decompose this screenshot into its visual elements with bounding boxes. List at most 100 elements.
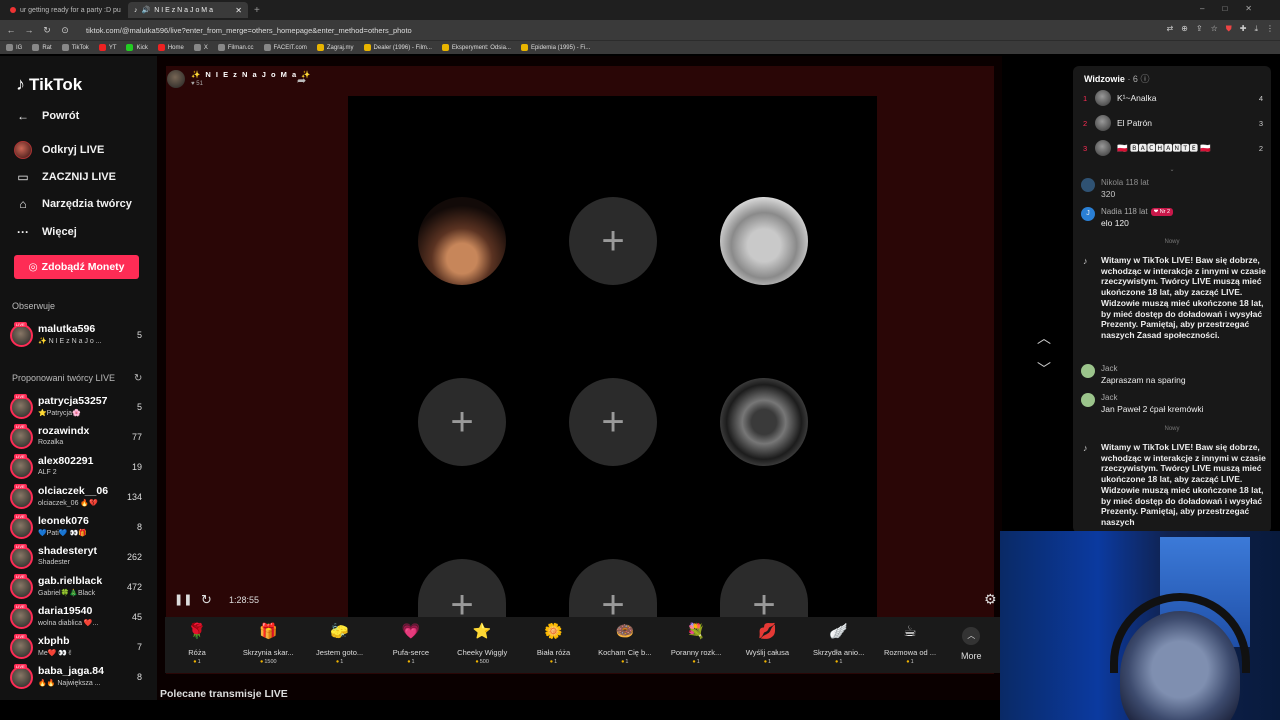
chat-message: Nikola 118 lat 320 <box>1081 178 1267 202</box>
guest-slot-empty[interactable]: + <box>418 378 506 466</box>
gift-item[interactable]: 🪽 Skrzydła anio... 1 <box>807 621 871 665</box>
new-tab-icon[interactable]: + <box>254 5 260 16</box>
bookmark-icon <box>157 44 165 51</box>
gift-item[interactable]: 🌼 Biała róża 1 <box>522 621 586 665</box>
gift-price: 1 <box>664 659 728 665</box>
menu-start-live[interactable]: ▭ ZACZNIJ LIVE <box>14 170 116 184</box>
chevron-down-icon[interactable]: ﹀ <box>1037 359 1051 379</box>
guest-slot-empty[interactable]: + <box>569 197 657 285</box>
bookmark[interactable]: X <box>193 44 208 51</box>
suggested-creator[interactable]: LIVE alex802291 ALF 2 19 <box>10 454 148 482</box>
tiktok-logo[interactable]: ♪ TikTok <box>16 74 82 95</box>
suggested-creator[interactable]: LIVE shadesteryt Shadester 262 <box>10 544 148 572</box>
bookmark[interactable]: Dealer (1996) - Film... <box>363 44 432 51</box>
bookmark[interactable]: IG <box>6 44 22 51</box>
suggested-creator[interactable]: LIVE xbphb Me❤️ 👀✌ 7 <box>10 634 148 662</box>
suggested-creator[interactable]: LIVE gab.rielblack Gabriel🍀🎄Black 472 <box>10 574 148 602</box>
bookmark[interactable]: Zagraj.my <box>316 44 354 51</box>
extension-puzzle-icon[interactable]: ✚ <box>1240 24 1247 34</box>
bookmark[interactable]: YT <box>98 44 116 51</box>
menu-dots-icon[interactable]: ⋮ <box>1266 24 1274 34</box>
gift-item[interactable]: 🎁 Skrzynia skar... 1500 <box>236 621 300 665</box>
extension-shield-icon[interactable]: ⛊ <box>1226 24 1232 34</box>
gift-item[interactable]: 💗 Pufa-serce 1 <box>379 621 443 665</box>
gift-item[interactable]: 💋 Wyślij całusa 1 <box>735 621 799 665</box>
forward-arrow-icon[interactable]: → <box>22 25 36 35</box>
menu-creator-tools[interactable]: ⌂ Narzędzia twórcy <box>14 197 132 211</box>
bookmark[interactable]: Home <box>157 44 184 51</box>
bookmark-icon <box>316 44 324 51</box>
guest-slot-empty[interactable]: + <box>569 378 657 466</box>
gift-item[interactable]: 🍩 Kocham Cię b... 1 <box>593 621 657 665</box>
gift-item[interactable]: 🌹 Róża 1 <box>165 621 229 665</box>
guest-slot-camera[interactable] <box>418 197 506 285</box>
host-avatar[interactable] <box>167 70 185 88</box>
get-coins-button[interactable]: ◎ Zdobądź Monety <box>14 255 139 279</box>
avatar <box>1081 364 1095 378</box>
chevron-up-icon[interactable]: ︿ <box>1037 328 1051 348</box>
bookmark[interactable]: Epidemia (1995) - Fi... <box>520 44 590 51</box>
gift-item[interactable]: 💐 Poranny rozk... 1 <box>664 621 728 665</box>
guest-slot-camera[interactable] <box>720 378 808 466</box>
refresh-icon[interactable]: ↻ <box>134 373 142 384</box>
host-info[interactable]: ✨ N I E z N a J o M a ✨ ♥ 51 <box>167 70 312 88</box>
viewer-row[interactable]: 3 🇵🇱 🅱🅰🅲🅷🅰🅽🆃🅴 🇵🇱 2 <box>1083 139 1263 157</box>
bookmark[interactable]: Rat <box>32 44 52 51</box>
browser-tab[interactable]: ur getting ready for a party :D pu ✕ <box>4 2 124 18</box>
suggested-creator[interactable]: LIVE olciaczek__06 olciaczek_06 🔥💔 134 <box>10 484 148 512</box>
bookmark[interactable]: Kick <box>126 44 148 51</box>
audio-icon[interactable]: 🔊 <box>142 6 151 14</box>
more-gifts-button[interactable]: ︿ More <box>961 627 982 661</box>
bookmark[interactable]: TikTok <box>61 44 89 51</box>
new-messages-divider: Nowy <box>1164 426 1180 432</box>
suggested-creator[interactable]: LIVE rozawindx Rozalka 77 <box>10 424 148 452</box>
bookmark[interactable]: FACEIT.com <box>263 44 307 51</box>
live-badge: LIVE <box>14 634 27 639</box>
suggested-creator[interactable]: LIVE patrycja53257 ⭐Patrycja🌸 5 <box>10 394 148 422</box>
guest-slot-camera[interactable] <box>720 197 808 285</box>
close-tab-icon[interactable]: ✕ <box>235 6 242 15</box>
suggested-creator[interactable]: LIVE baba_jaga.84 🔥🔥 Największa ... 8 <box>10 664 148 692</box>
following-label: Obserwuje <box>12 301 56 311</box>
gift-name: Kocham Cię b... <box>598 648 652 657</box>
more-dots-icon: ··· <box>17 225 29 239</box>
settings-gear-icon[interactable]: ⚙ <box>984 591 997 608</box>
host-name[interactable]: ✨ N I E z N a J o M a ✨ <box>191 70 312 79</box>
bookmark[interactable]: Eksperyment: Odsia... <box>441 44 511 51</box>
avatar <box>10 636 33 659</box>
pause-icon[interactable]: ❚❚ <box>174 593 192 606</box>
tiktok-sidebar: ♪ TikTok ← Powrót Odkryj LIVE ▭ ZACZNIJ … <box>0 56 157 700</box>
menu-discover-live[interactable]: Odkryj LIVE <box>14 141 104 159</box>
share-icon[interactable]: ⇪ <box>1196 24 1203 34</box>
gift-name: Skrzynia skar... <box>242 648 294 657</box>
viewers-chat-panel: Widzowie · 6 ⓘ 1 K¹~Analka 4 2 El Patrón 3… <box>1073 66 1271 533</box>
gift-price: 1 <box>308 659 372 665</box>
window-controls[interactable]: –□✕ <box>1200 4 1270 13</box>
menu-more[interactable]: ··· Więcej <box>14 225 77 239</box>
back-arrow-icon[interactable]: ← <box>4 25 18 35</box>
download-icon[interactable]: ⤓ <box>1254 24 1258 34</box>
gift-item[interactable]: ☕ Rozmowa od ... 1 <box>878 621 942 665</box>
bookmark-star-icon[interactable]: ☆ <box>1211 24 1218 34</box>
gift-item[interactable]: ⭐ Cheeky Wiggly 500 <box>450 621 514 665</box>
gift-icon: 💐 <box>686 623 706 640</box>
expand-chevron-icon[interactable]: ⌄ <box>1081 166 1263 173</box>
back-button[interactable]: ← Powrót <box>14 109 79 123</box>
following-item[interactable]: LIVE malutka596 ✨ N I E z N a J o ... 5 <box>10 322 148 350</box>
suggested-creator[interactable]: LIVE leonek076 💙Pati💙 👀🎁 8 <box>10 514 148 542</box>
suggested-creator[interactable]: LIVE daria19540 wolna diablica ❤️... 45 <box>10 604 148 632</box>
viewer-row[interactable]: 1 K¹~Analka 4 <box>1083 89 1263 107</box>
site-info-icon[interactable]: ⊙ <box>58 25 72 36</box>
bookmark[interactable]: Filman.cc <box>217 44 254 51</box>
info-icon[interactable]: ⓘ <box>1140 74 1149 84</box>
viewer-row[interactable]: 2 El Patrón 3 <box>1083 114 1263 132</box>
refresh-icon[interactable]: ↻ <box>201 592 212 608</box>
translate-icon[interactable]: ⇄ <box>1166 24 1173 34</box>
url-field[interactable]: tiktok.com/@malutka596/live?enter_from_m… <box>86 26 412 35</box>
browser-tab-active[interactable]: ♪ 🔊 N I E z N a J o M a ✕ <box>128 2 248 18</box>
gift-item[interactable]: 🧽 Jestem goto... 1 <box>308 621 372 665</box>
home-icon: ⌂ <box>19 197 27 211</box>
reload-icon[interactable]: ↻ <box>40 25 54 36</box>
zoom-icon[interactable]: ⊕ <box>1181 24 1188 34</box>
share-icon[interactable]: ➦ <box>297 74 306 87</box>
